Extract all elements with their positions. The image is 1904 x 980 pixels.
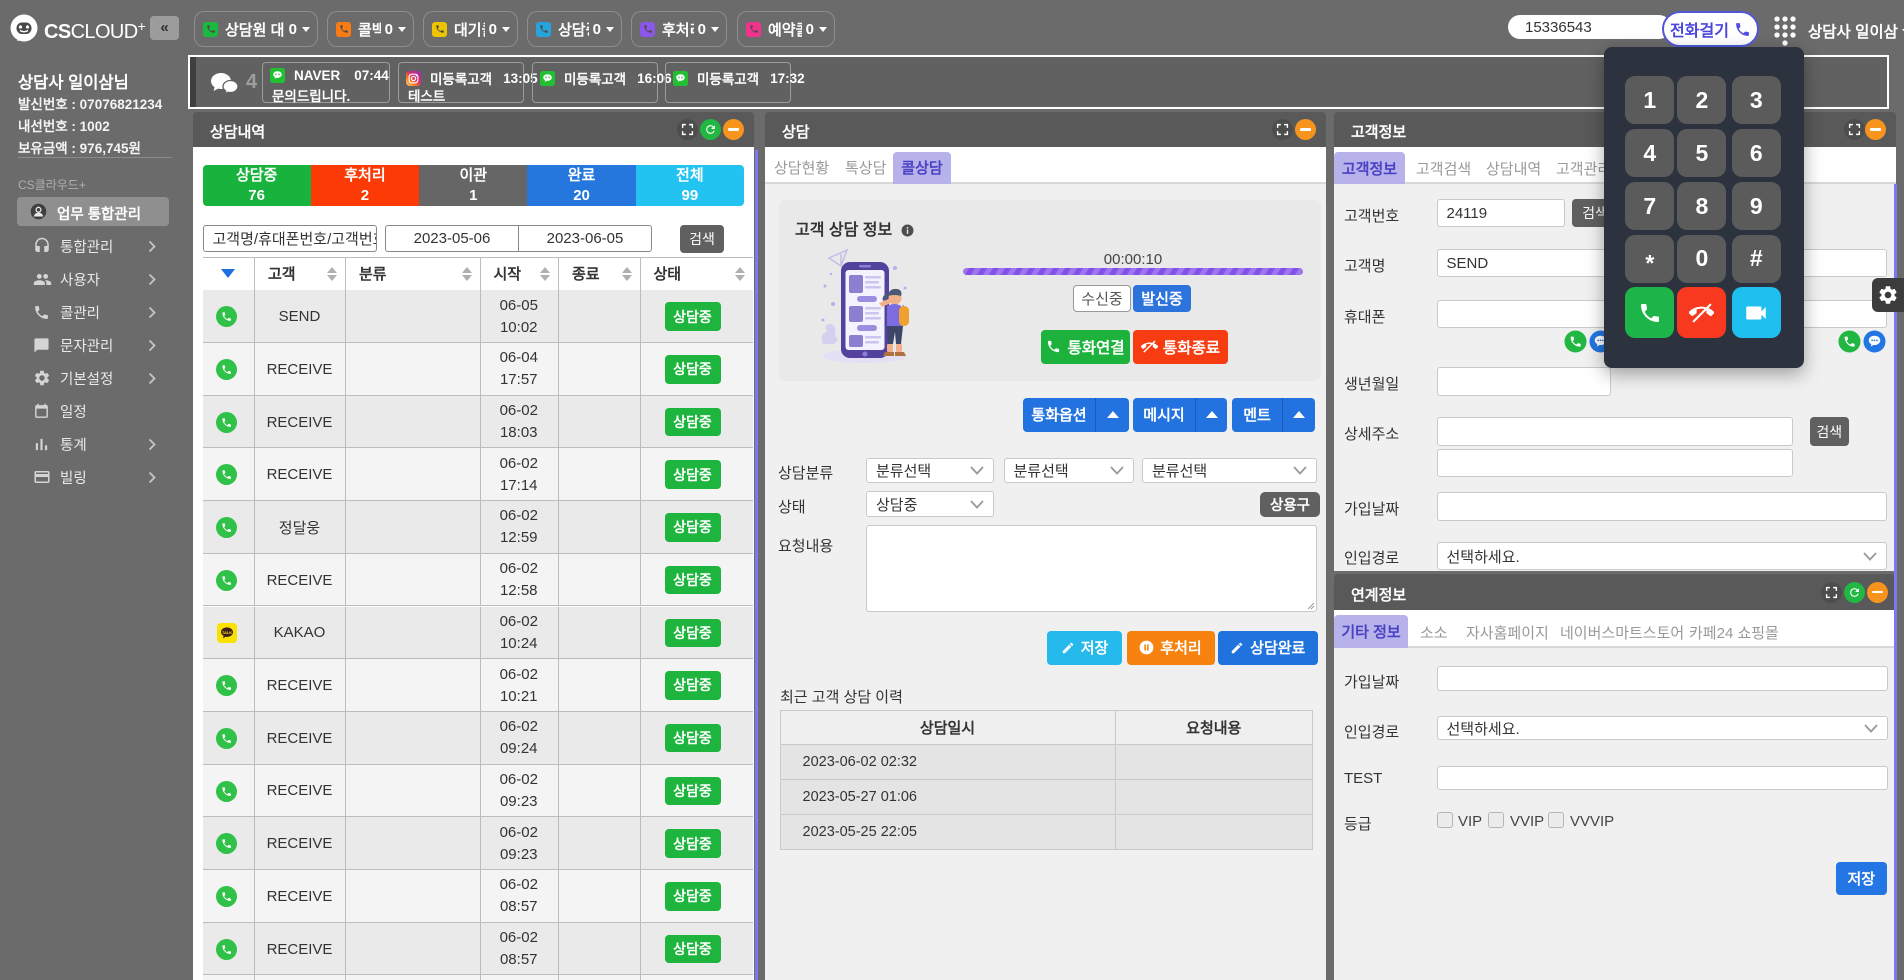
svg-text:TALK: TALK (221, 630, 231, 635)
